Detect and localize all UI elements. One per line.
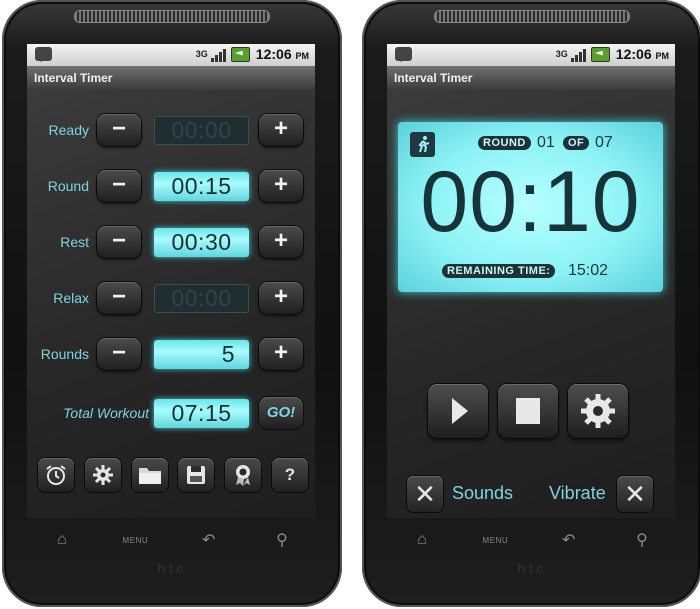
app-title: Interval Timer	[387, 66, 675, 91]
bottom-toolbar: ?	[38, 458, 308, 492]
row-label: Rest	[60, 234, 89, 250]
signal-icon	[570, 47, 588, 62]
remaining-time-tag: REMAINING TIME:	[442, 264, 556, 278]
setup-row-ready: Ready − 00:00 +	[27, 114, 315, 148]
ready-plus-button[interactable]: +	[259, 114, 303, 146]
rest-value-display[interactable]: 00:30	[154, 228, 249, 257]
play-button[interactable]	[428, 384, 488, 438]
battery-charging-icon	[590, 46, 610, 62]
back-icon[interactable]: ↶	[549, 530, 589, 550]
timer-display: ROUND 01 OF 07 00:10 REMAINING TIME: 15:…	[398, 122, 663, 292]
brand-logo: htc	[157, 560, 187, 576]
back-icon[interactable]: ↶	[189, 530, 229, 550]
relax-value-display[interactable]: 00:00	[154, 284, 249, 313]
round-plus-button[interactable]: +	[259, 170, 303, 202]
setup-row-relax: Relax − 00:00 +	[27, 282, 315, 316]
help-icon[interactable]: ?	[271, 458, 308, 492]
rounds-minus-button[interactable]: −	[97, 338, 141, 370]
row-label: Relax	[53, 290, 89, 306]
folder-icon[interactable]	[131, 458, 168, 492]
screen-setup: 3G 12:06 PM Interval Timer Ready − 00:00…	[27, 44, 315, 518]
rest-plus-button[interactable]: +	[259, 226, 303, 258]
home-icon[interactable]: ⌂	[402, 531, 442, 549]
earpiece-speaker	[434, 10, 630, 23]
play-icon	[452, 398, 468, 424]
stop-button[interactable]	[498, 384, 558, 438]
phone-frame-setup: 3G 12:06 PM Interval Timer Ready − 00:00…	[2, 0, 342, 607]
gear-icon	[581, 394, 615, 428]
network-type: 3G	[555, 49, 568, 59]
award-icon[interactable]	[225, 458, 262, 492]
status-bar: 3G 12:06 PM	[27, 44, 315, 66]
total-workout-display: 07:15	[154, 399, 249, 428]
of-tag: OF	[563, 136, 590, 150]
settings-button[interactable]	[568, 384, 628, 438]
total-workout-row: Total Workout 07:15 GO!	[27, 397, 315, 431]
sounds-label: Sounds	[452, 483, 514, 503]
screen-timer: 3G 12:06 PM Interval Timer ROUND 01 OF 0…	[387, 44, 675, 518]
signal-icon	[210, 47, 228, 62]
status-time: 12:06 PM	[255, 46, 309, 62]
status-bar: 3G 12:06 PM	[387, 44, 675, 66]
go-button[interactable]: GO!	[259, 397, 303, 429]
rounds-plus-button[interactable]: +	[259, 338, 303, 370]
rounds-value-display[interactable]: 5	[154, 340, 249, 369]
hardware-nav-bar: ⌂ MENU ↶ ⚲	[42, 525, 302, 555]
sounds-toggle[interactable]: ✕	[407, 476, 443, 512]
row-label: Ready	[48, 122, 89, 138]
notification-icon[interactable]	[395, 47, 412, 62]
row-label: Rounds	[40, 346, 89, 362]
round-tag: ROUND	[478, 136, 531, 150]
gear-icon[interactable]	[84, 458, 121, 492]
ready-minus-button[interactable]: −	[97, 114, 141, 146]
hardware-nav-bar: ⌂ MENU ↶ ⚲	[402, 525, 662, 555]
stop-icon	[516, 398, 540, 424]
earpiece-speaker	[74, 10, 270, 23]
rest-minus-button[interactable]: −	[97, 226, 141, 258]
relax-minus-button[interactable]: −	[97, 282, 141, 314]
total-workout-label: Total Workout	[63, 405, 149, 421]
setup-row-round: Round − 00:15 +	[27, 170, 315, 204]
battery-charging-icon	[230, 46, 250, 62]
notification-icon[interactable]	[35, 47, 52, 62]
menu-key[interactable]: MENU	[115, 536, 155, 545]
vibrate-label: Vibrate	[549, 483, 606, 503]
save-icon[interactable]	[178, 458, 215, 492]
round-total: 07	[595, 134, 613, 151]
menu-key[interactable]: MENU	[475, 536, 515, 545]
search-icon[interactable]: ⚲	[262, 530, 302, 550]
setup-panel: Ready − 00:00 + Round − 00:15 + Rest − 0…	[27, 90, 315, 518]
brand-logo: htc	[517, 560, 547, 576]
app-title: Interval Timer	[27, 66, 315, 91]
round-value-display[interactable]: 00:15	[154, 172, 249, 201]
relax-plus-button[interactable]: +	[259, 282, 303, 314]
ready-value-display[interactable]: 00:00	[154, 116, 249, 145]
remaining-time-value: 15:02	[568, 262, 609, 279]
network-type: 3G	[195, 49, 208, 59]
home-icon[interactable]: ⌂	[42, 531, 82, 549]
round-minus-button[interactable]: −	[97, 170, 141, 202]
setup-row-rest: Rest − 00:30 +	[27, 226, 315, 260]
countdown-time: 00:10	[420, 154, 641, 250]
alarm-clock-icon[interactable]	[38, 458, 74, 492]
round-current: 01	[537, 134, 555, 151]
row-label: Round	[47, 178, 89, 194]
vibrate-toggle[interactable]: ✕	[617, 476, 653, 512]
status-time: 12:06 PM	[615, 46, 669, 62]
phone-frame-timer: 3G 12:06 PM Interval Timer ROUND 01 OF 0…	[362, 0, 700, 607]
search-icon[interactable]: ⚲	[622, 530, 662, 550]
setup-row-rounds: Rounds − 5 +	[27, 338, 315, 372]
timer-panel: ROUND 01 OF 07 00:10 REMAINING TIME: 15:…	[387, 90, 675, 518]
